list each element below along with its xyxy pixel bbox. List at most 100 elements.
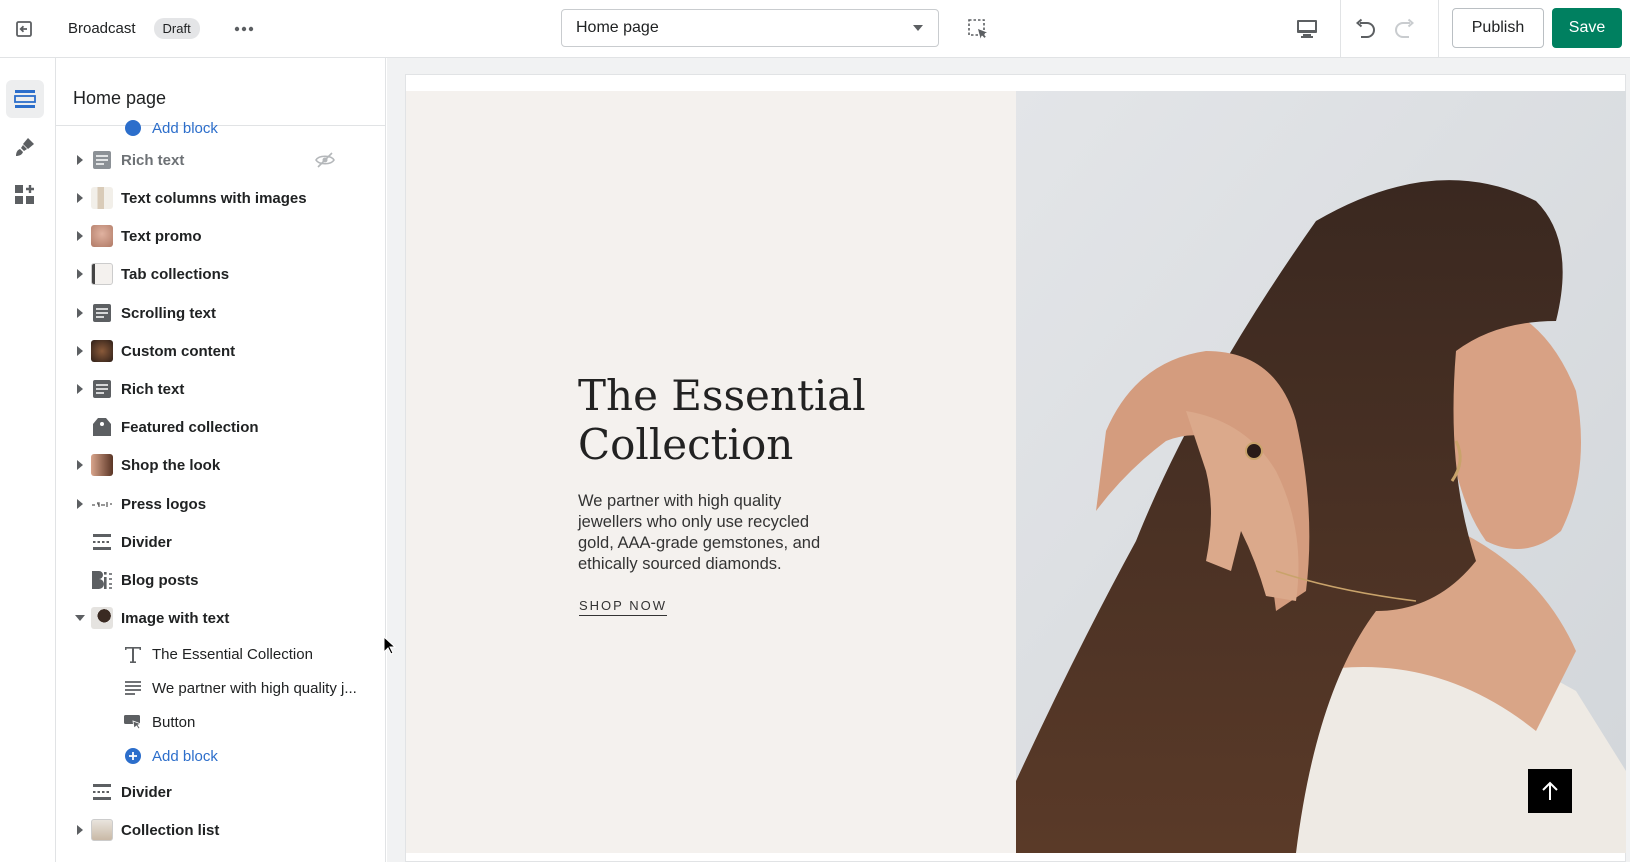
block-label: Button xyxy=(152,713,196,731)
tag-icon xyxy=(91,416,113,438)
theme-name: Broadcast xyxy=(68,20,136,37)
section-thumbnail xyxy=(91,263,113,285)
section-label: Collection list xyxy=(121,821,220,839)
text-icon xyxy=(91,302,113,324)
exit-icon xyxy=(16,20,32,37)
blog-icon xyxy=(91,569,113,591)
block-item[interactable]: Button xyxy=(56,704,385,740)
section-label: Divider xyxy=(121,783,172,801)
section-item[interactable]: Blog posts xyxy=(56,562,385,598)
sections-icon xyxy=(14,90,36,108)
caret-right-icon[interactable] xyxy=(75,193,85,203)
caret-right-icon[interactable] xyxy=(75,499,85,509)
section-thumbnail xyxy=(91,454,113,476)
caret-right-icon[interactable] xyxy=(75,346,85,356)
inspector-button[interactable] xyxy=(964,15,992,43)
section-item[interactable]: Rich text xyxy=(56,371,385,407)
section-label: Shop the look xyxy=(121,456,221,474)
sidebar-title: Home page xyxy=(73,88,167,108)
hero-text[interactable]: We partner with high quality jewellers w… xyxy=(578,491,848,575)
section-item[interactable]: Collection list xyxy=(56,812,385,848)
section-item[interactable]: Press logos xyxy=(56,486,385,522)
section-label: Divider xyxy=(121,533,172,551)
section-label: Blog posts xyxy=(121,571,199,589)
redo-button[interactable] xyxy=(1390,14,1420,44)
exit-button[interactable] xyxy=(0,0,48,58)
section-label: Text columns with images xyxy=(121,189,307,207)
section-thumbnail xyxy=(91,340,113,362)
section-item[interactable]: Text columns with images xyxy=(56,180,385,216)
toolbar-divider xyxy=(1340,0,1341,58)
section-thumbnail xyxy=(91,493,113,515)
add-block-button[interactable]: Add block xyxy=(56,738,385,774)
shop-now-link[interactable]: SHOP NOW xyxy=(579,598,667,616)
caret-right-icon[interactable] xyxy=(75,825,85,835)
button-icon xyxy=(122,711,144,733)
caret-right-icon[interactable] xyxy=(75,231,85,241)
block-label: The Essential Collection xyxy=(152,645,313,663)
section-item[interactable]: Divider xyxy=(56,774,385,810)
storefront-preview[interactable]: The Essential Collection We partner with… xyxy=(405,74,1626,862)
caret-right-icon[interactable] xyxy=(75,269,85,279)
sections-tab[interactable] xyxy=(6,80,44,118)
hero-image[interactable] xyxy=(1016,91,1626,853)
status-badge: Draft xyxy=(153,18,200,39)
more-horizontal-icon xyxy=(234,26,253,31)
add-circle-icon xyxy=(122,745,144,767)
top-bar: Broadcast Draft Home page Publish Save xyxy=(0,0,1630,58)
section-label: Featured collection xyxy=(121,418,259,436)
caret-right-icon[interactable] xyxy=(75,308,85,318)
section-item[interactable]: Text promo xyxy=(56,218,385,254)
block-label: We partner with high quality j... xyxy=(152,679,357,697)
scroll-to-top-button[interactable] xyxy=(1528,769,1572,813)
section-thumbnail xyxy=(91,819,113,841)
section-item[interactable]: Scrolling text xyxy=(56,295,385,331)
save-button[interactable]: Save xyxy=(1552,8,1622,48)
block-item[interactable]: We partner with high quality j... xyxy=(56,670,385,706)
caret-right-icon[interactable] xyxy=(75,460,85,470)
toolbar-divider xyxy=(1438,0,1439,58)
app-embeds-tab[interactable] xyxy=(6,176,44,214)
sections-sidebar: Home page Add block Rich text Text colum xyxy=(56,58,386,862)
section-item[interactable]: Tab collections xyxy=(56,256,385,292)
caret-right-icon[interactable] xyxy=(75,155,85,165)
section-thumbnail xyxy=(91,225,113,247)
partial-add-block[interactable]: Add block xyxy=(56,110,385,146)
section-item[interactable]: Shop the look xyxy=(56,447,385,483)
heading-icon xyxy=(122,643,144,665)
eye-hidden-icon[interactable] xyxy=(315,150,335,170)
apps-icon xyxy=(15,185,34,204)
block-item[interactable]: The Essential Collection xyxy=(56,636,385,672)
partial-add-block-label: Add block xyxy=(152,119,218,137)
device-preview-button[interactable] xyxy=(1292,14,1322,44)
paragraph-icon xyxy=(122,677,144,699)
undo-icon xyxy=(1355,18,1375,38)
image-with-text-content[interactable]: The Essential Collection We partner with… xyxy=(406,91,1016,853)
publish-button[interactable]: Publish xyxy=(1452,8,1544,48)
section-label: Text promo xyxy=(121,227,202,245)
section-item[interactable]: Divider xyxy=(56,524,385,560)
theme-settings-tab[interactable] xyxy=(6,128,44,166)
section-item[interactable]: Custom content xyxy=(56,333,385,369)
text-icon xyxy=(91,378,113,400)
caret-right-icon[interactable] xyxy=(75,384,85,394)
section-label: Tab collections xyxy=(121,265,230,283)
divider-icon xyxy=(91,781,113,803)
page-selector[interactable]: Home page xyxy=(561,9,939,47)
section-item[interactable]: Rich text xyxy=(56,142,385,178)
hero-heading[interactable]: The Essential Collection xyxy=(578,371,898,469)
mouse-cursor-icon xyxy=(383,636,397,655)
more-actions-button[interactable] xyxy=(230,15,258,43)
section-label: Rich text xyxy=(121,151,185,169)
section-label: Scrolling text xyxy=(121,304,217,322)
left-rail xyxy=(0,58,56,862)
caret-down-icon xyxy=(913,25,923,31)
section-item-image-with-text[interactable]: Image with text xyxy=(56,600,385,636)
undo-button[interactable] xyxy=(1350,14,1380,44)
add-circle-icon xyxy=(122,117,144,139)
arrow-up-icon xyxy=(1542,781,1558,800)
desktop-icon xyxy=(1297,20,1317,38)
select-cursor-icon xyxy=(968,19,987,39)
caret-down-icon[interactable] xyxy=(75,613,85,623)
section-item[interactable]: Featured collection xyxy=(56,409,385,445)
